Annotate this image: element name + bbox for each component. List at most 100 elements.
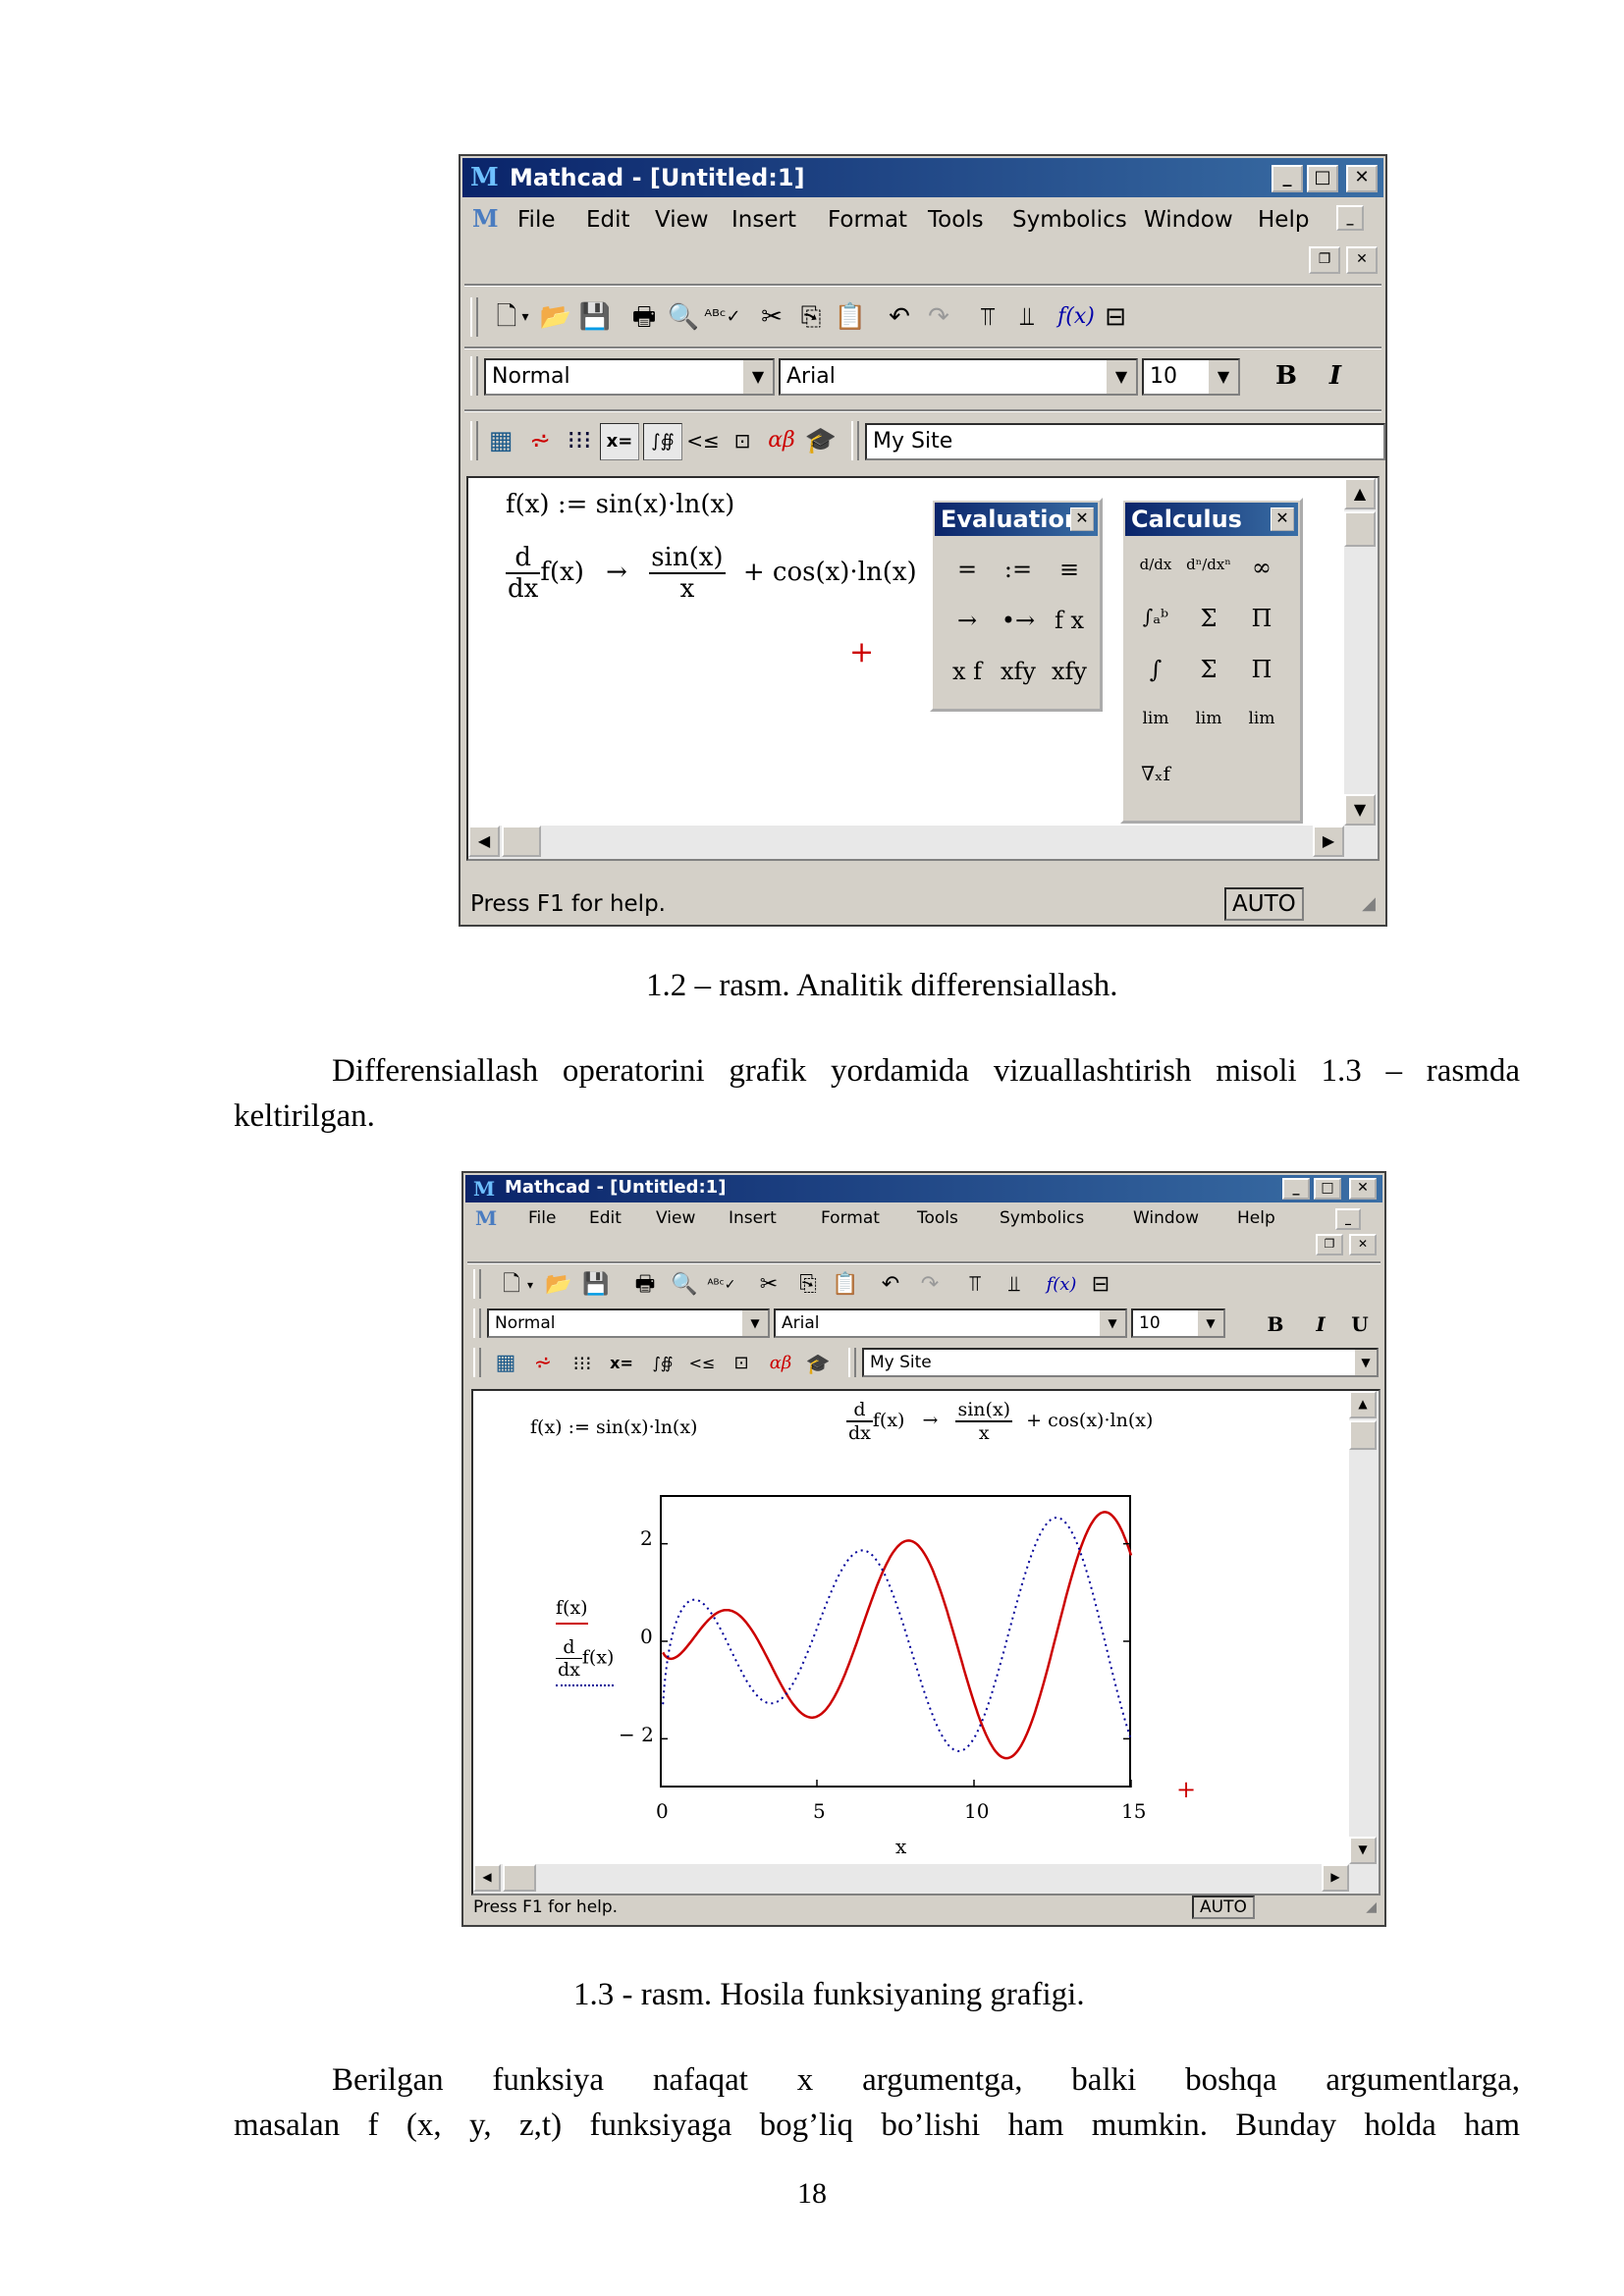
calc-gradient-button[interactable]: ∇ₓf xyxy=(1131,762,1180,785)
evaluation-icon[interactable]: x= xyxy=(600,423,639,460)
resize-grip-icon[interactable]: ◢ xyxy=(1366,1899,1377,1915)
font-combo[interactable]: Arial ▼ xyxy=(779,358,1138,396)
italic-button[interactable]: I xyxy=(1302,1307,1339,1342)
chevron-down-icon[interactable]: ▼ xyxy=(1207,360,1238,394)
style-combo[interactable]: Normal ▼ xyxy=(487,1308,770,1338)
resize-grip-icon[interactable]: ◢ xyxy=(1362,893,1376,914)
worksheet[interactable]: f(x) := sin(x)·ln(x) d dx f(x) → sin(x) x +… xyxy=(471,1389,1380,1896)
scroll-left-icon[interactable]: ◀ xyxy=(468,826,500,857)
menu-symbolics[interactable]: Symbolics xyxy=(1012,207,1127,233)
print-preview-icon[interactable]: 🔍 xyxy=(665,299,702,335)
boolean-icon[interactable]: <≤ xyxy=(683,1346,721,1381)
calc-range-sum-button[interactable]: Σ xyxy=(1184,605,1233,632)
eval-infix-button[interactable]: xfy xyxy=(994,658,1043,685)
scroll-down-icon[interactable]: ▼ xyxy=(1344,794,1376,826)
menu-format[interactable]: Format xyxy=(828,207,907,233)
chevron-down-icon[interactable]: ▼ xyxy=(1353,1350,1377,1375)
programming-icon[interactable]: ⊡ xyxy=(724,423,761,458)
chevron-down-icon[interactable]: ▼ xyxy=(741,360,773,394)
bold-button[interactable]: B xyxy=(1268,358,1305,394)
close-icon[interactable]: ✕ xyxy=(1271,507,1294,531)
doc-minimize-button[interactable]: _ xyxy=(1335,1208,1361,1230)
copy-icon[interactable]: ⎘ xyxy=(792,299,830,335)
insert-unit-icon[interactable]: ⊟ xyxy=(1097,299,1134,335)
scroll-left-icon[interactable]: ◀ xyxy=(473,1864,501,1892)
redo-icon[interactable]: ↷ xyxy=(920,299,957,335)
doc-restore-button[interactable]: ❐ xyxy=(1316,1234,1343,1255)
menu-help[interactable]: Help xyxy=(1258,207,1309,233)
close-icon[interactable]: ✕ xyxy=(1070,507,1094,531)
horizontal-scrollbar[interactable]: ◀ ▶ xyxy=(473,1864,1349,1894)
spell-check-icon[interactable]: ᴬᴮᶜ✓ xyxy=(704,299,741,335)
style-combo[interactable]: Normal ▼ xyxy=(484,358,775,396)
align-top-icon[interactable]: ⫪ xyxy=(969,299,1006,335)
vertical-scrollbar[interactable]: ▲ ▼ xyxy=(1344,478,1378,859)
eval-global-define-button[interactable]: ≡ xyxy=(1045,556,1094,583)
minimize-button[interactable]: _ xyxy=(1282,1178,1310,1200)
menu-symbolics[interactable]: Symbolics xyxy=(1000,1208,1084,1228)
scroll-up-icon[interactable]: ▲ xyxy=(1349,1391,1377,1418)
save-icon[interactable]: 💾 xyxy=(576,299,614,335)
insert-function-icon[interactable]: f(x) xyxy=(1057,299,1095,335)
scroll-thumb[interactable] xyxy=(1349,1420,1377,1450)
symbolic-icon[interactable]: 🎓 xyxy=(799,1346,837,1381)
cut-icon[interactable]: ✂ xyxy=(750,1267,787,1303)
spell-check-icon[interactable]: ᴬᴮᶜ✓ xyxy=(703,1267,740,1303)
chevron-down-icon[interactable]: ▼ xyxy=(740,1310,768,1336)
menu-view[interactable]: View xyxy=(656,1208,695,1228)
menu-insert[interactable]: Insert xyxy=(731,207,796,233)
doc-close-button[interactable]: ✕ xyxy=(1349,1234,1377,1255)
scroll-thumb-horizontal[interactable] xyxy=(502,826,541,857)
calc-sum-button[interactable]: Σ xyxy=(1184,656,1233,683)
insert-unit-icon[interactable]: ⊟ xyxy=(1082,1267,1119,1303)
calc-definite-integral-button[interactable]: ∫ₐᵇ xyxy=(1131,605,1180,628)
eval-prefix-button[interactable]: f x xyxy=(1045,607,1094,634)
symbolic-icon[interactable]: 🎓 xyxy=(802,423,839,458)
print-preview-icon[interactable]: 🔍 xyxy=(666,1267,703,1303)
paste-icon[interactable]: 📋 xyxy=(832,299,869,335)
greek-icon[interactable]: αβ xyxy=(762,1346,799,1381)
eval-treefix-button[interactable]: xfy xyxy=(1045,658,1094,685)
url-combo[interactable]: My Site xyxy=(865,423,1385,460)
eval-equals-button[interactable]: = xyxy=(943,556,992,583)
greek-icon[interactable]: αβ xyxy=(763,423,800,458)
calc-indefinite-integral-button[interactable]: ∫ xyxy=(1131,656,1180,683)
print-icon[interactable]: 🖶 xyxy=(626,1267,664,1303)
size-combo[interactable]: 10 ▼ xyxy=(1131,1308,1225,1338)
insert-function-icon[interactable]: f(x) xyxy=(1043,1267,1080,1303)
programming-icon[interactable]: ⊡ xyxy=(723,1346,760,1381)
chevron-down-icon[interactable]: ▼ xyxy=(1196,1310,1223,1336)
calc-left-limit-button[interactable]: lim xyxy=(1237,709,1286,728)
minimize-button[interactable]: _ xyxy=(1272,165,1303,192)
eval-postfix-button[interactable]: x f xyxy=(943,658,992,685)
open-folder-icon[interactable]: 📂 xyxy=(537,299,574,335)
font-combo[interactable]: Arial ▼ xyxy=(774,1308,1127,1338)
horizontal-scrollbar[interactable]: ◀ ▶ xyxy=(468,826,1344,859)
copy-icon[interactable]: ⎘ xyxy=(789,1267,827,1303)
doc-restore-button[interactable]: ❐ xyxy=(1309,246,1340,274)
calculator-icon[interactable]: ▦ xyxy=(482,423,519,458)
close-button[interactable]: ✕ xyxy=(1349,1178,1377,1200)
doc-close-button[interactable]: ✕ xyxy=(1346,246,1378,274)
new-dropdown-icon[interactable]: ▾ xyxy=(515,299,535,335)
graph-icon[interactable]: ⩫ xyxy=(521,423,559,458)
new-dropdown-icon[interactable]: ▾ xyxy=(520,1267,540,1303)
calc-derivative-button[interactable]: d/dx xyxy=(1131,556,1180,573)
evaluation-icon[interactable]: x= xyxy=(603,1346,640,1381)
menu-window[interactable]: Window xyxy=(1133,1208,1199,1228)
menu-window[interactable]: Window xyxy=(1144,207,1233,233)
open-folder-icon[interactable]: 📂 xyxy=(540,1267,577,1303)
menu-edit[interactable]: Edit xyxy=(589,1208,622,1228)
doc-minimize-button[interactable]: _ xyxy=(1336,205,1364,231)
chevron-down-icon[interactable]: ▼ xyxy=(1105,360,1136,394)
align-top-icon[interactable]: ⫪ xyxy=(956,1267,994,1303)
align-down-icon[interactable]: ⫫ xyxy=(1008,299,1046,335)
save-icon[interactable]: 💾 xyxy=(577,1267,615,1303)
underline-button[interactable]: U xyxy=(1345,1307,1375,1342)
url-combo[interactable]: My Site ▼ xyxy=(862,1348,1379,1377)
scroll-up-icon[interactable]: ▲ xyxy=(1344,478,1376,509)
italic-button[interactable]: I xyxy=(1317,358,1354,394)
maximize-button[interactable]: □ xyxy=(1307,165,1338,192)
matrix-icon[interactable]: ⁝⁝⁝ xyxy=(564,1346,601,1381)
paste-icon[interactable]: 📋 xyxy=(827,1267,864,1303)
